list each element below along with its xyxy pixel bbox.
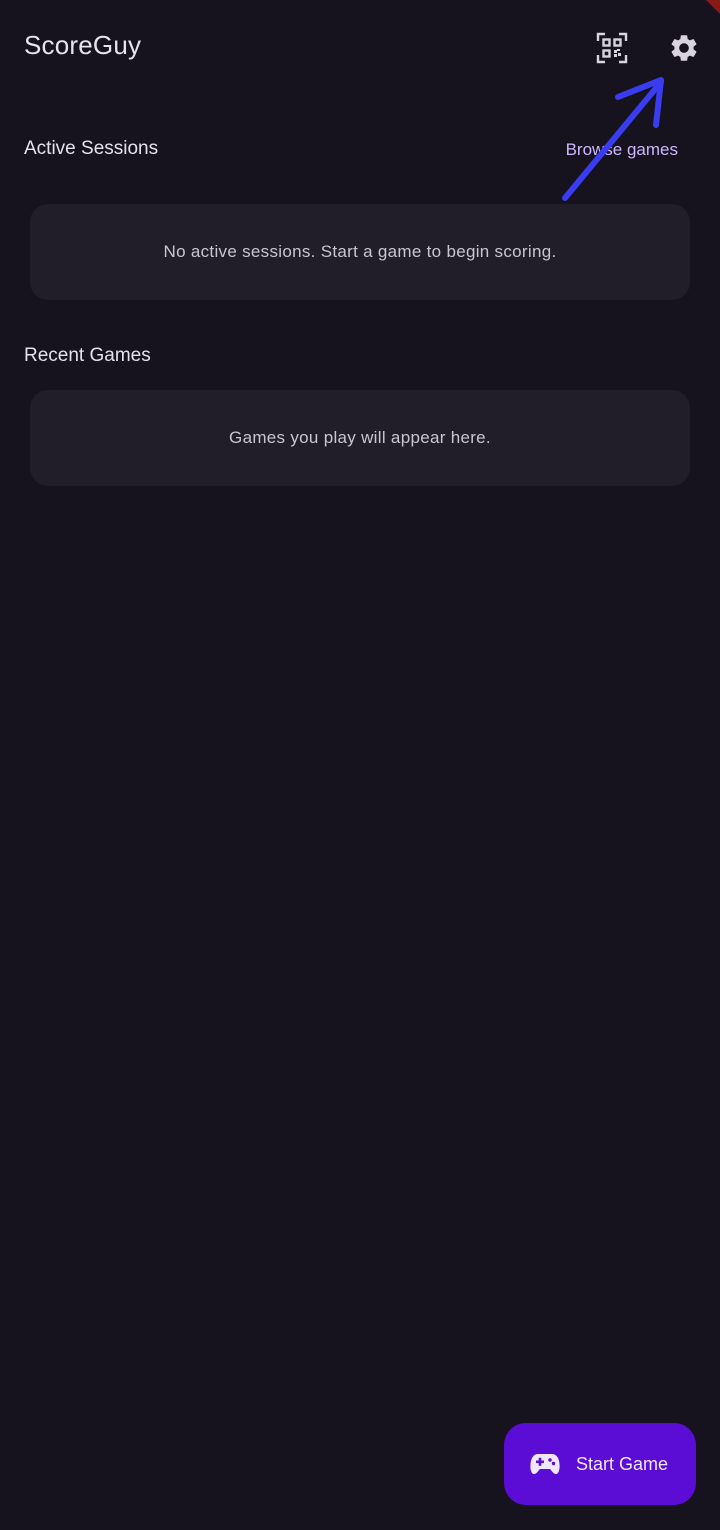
app-bar: ScoreGuy	[0, 0, 720, 100]
active-sessions-empty-card: No active sessions. Start a game to begi…	[30, 204, 690, 300]
gear-icon	[671, 35, 697, 61]
qr-code-scan-icon	[596, 32, 628, 64]
app-title: ScoreGuy	[24, 30, 142, 60]
recent-games-title: Recent Games	[24, 345, 151, 366]
active-sessions-empty-text: No active sessions. Start a game to begi…	[163, 242, 557, 261]
start-game-label: Start Game	[576, 1453, 669, 1474]
recent-games-empty-card: Games you play will appear here.	[30, 390, 690, 486]
active-sessions-title: Active Sessions	[24, 138, 159, 159]
recent-games-empty-text: Games you play will appear here.	[229, 428, 491, 447]
browse-games-link[interactable]: Browse games	[566, 140, 678, 160]
start-game-button[interactable]: Start Game	[504, 1423, 696, 1505]
gamepad-icon	[530, 1452, 560, 1476]
qr-scan-button[interactable]	[590, 26, 634, 70]
settings-button[interactable]	[662, 26, 706, 70]
